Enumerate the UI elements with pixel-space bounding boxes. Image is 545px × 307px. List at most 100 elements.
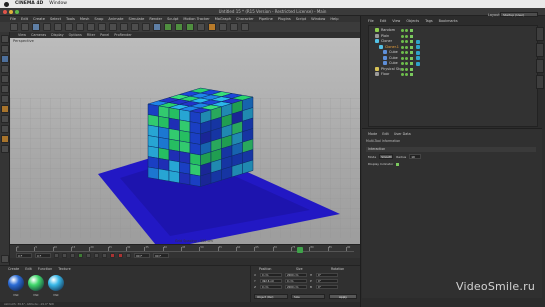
autokey-icon[interactable] (118, 253, 123, 258)
edges-mode-icon[interactable] (1, 85, 9, 93)
coordinate-system-icon[interactable] (109, 23, 117, 31)
timeline-ruler[interactable]: 0 5 10 15 20 25 30 35 40 45 50 55 60 65 70 75 80 85 90 (16, 246, 354, 253)
start-frame-field[interactable]: 0 F (16, 253, 32, 258)
object-row[interactable]: Cube (383, 61, 398, 66)
texture-mode-icon[interactable] (1, 55, 9, 63)
tab-layers[interactable] (536, 75, 544, 89)
visibility-editor-icon[interactable] (401, 51, 404, 54)
position-field[interactable]: 492.6 cm (260, 279, 282, 283)
visibility-render-icon[interactable] (405, 62, 408, 65)
attribute-menu-edit[interactable]: Edit (382, 132, 389, 136)
current-frame-field[interactable]: 0 F (35, 253, 51, 258)
enabled-check-icon[interactable] (410, 73, 413, 76)
size-mode-dropdown[interactable]: Size (291, 294, 325, 299)
object-menu-file[interactable]: File (368, 19, 374, 23)
polygons-mode-icon[interactable] (1, 95, 9, 103)
x-axis-icon[interactable] (76, 23, 84, 31)
spline-pen-icon[interactable] (164, 23, 172, 31)
enabled-check-icon[interactable] (410, 29, 413, 32)
display-indicator-checkbox[interactable] (396, 162, 400, 166)
render-picture-viewer-icon[interactable] (131, 23, 139, 31)
scale-icon[interactable] (54, 23, 62, 31)
array-icon[interactable] (186, 23, 194, 31)
next-key-icon[interactable] (94, 253, 99, 258)
enabled-check-icon[interactable] (410, 56, 413, 60)
tab-objects[interactable] (536, 27, 544, 41)
visibility-editor-icon[interactable] (401, 40, 404, 43)
material-swatch[interactable] (8, 275, 24, 291)
z-axis-icon[interactable] (98, 23, 106, 31)
snapping-icon[interactable] (1, 125, 9, 133)
points-mode-icon[interactable] (1, 75, 9, 83)
material-menu-texture[interactable]: Texture (58, 266, 70, 272)
tag-icon[interactable] (416, 50, 420, 55)
record-icon[interactable] (110, 253, 115, 258)
object-row[interactable]: Cube (383, 50, 398, 55)
visibility-editor-icon[interactable] (401, 73, 404, 76)
live-selection-icon[interactable] (32, 23, 40, 31)
radius-field[interactable]: 10 (409, 154, 422, 159)
layout-dropdown[interactable]: Startup (User) (500, 12, 538, 17)
render-view-icon[interactable] (120, 23, 128, 31)
object-row[interactable]: Floor (375, 72, 389, 77)
go-to-start-icon[interactable] (54, 253, 59, 258)
material-menu-create[interactable]: Create (8, 266, 19, 272)
visibility-editor-icon[interactable] (401, 45, 404, 49)
size-field[interactable]: 2000 cm (285, 285, 307, 289)
magnet-icon[interactable] (1, 255, 9, 263)
max-frame-field[interactable]: 90 F (153, 253, 169, 258)
tag-icon[interactable] (416, 39, 420, 44)
tag-icon[interactable] (416, 56, 420, 60)
visibility-render-icon[interactable] (405, 40, 408, 43)
mac-menu-app[interactable]: CINEMA 4D (15, 0, 43, 8)
tab-content-browser[interactable] (536, 43, 544, 57)
boole-icon[interactable] (197, 23, 205, 31)
size-field[interactable]: 2000 cm (285, 273, 307, 277)
render-settings-icon[interactable] (142, 23, 150, 31)
tweak-icon[interactable] (1, 115, 9, 123)
material-menu-edit[interactable]: Edit (25, 266, 32, 272)
material-name[interactable]: Mat (28, 293, 44, 297)
object-menu-view[interactable]: View (392, 19, 400, 23)
move-icon[interactable] (43, 23, 51, 31)
visibility-render-icon[interactable] (405, 51, 408, 54)
rotation-field[interactable]: 0° (316, 285, 338, 289)
model-mode-icon[interactable] (1, 45, 9, 53)
enabled-check-icon[interactable] (410, 34, 413, 38)
visibility-editor-icon[interactable] (401, 62, 404, 65)
playhead[interactable] (296, 247, 303, 253)
prev-frame-icon[interactable] (70, 253, 75, 258)
material-swatch[interactable] (48, 275, 64, 291)
mode-dropdown[interactable]: Smooth (379, 154, 394, 159)
redo-icon[interactable] (21, 23, 29, 31)
play-icon[interactable] (78, 253, 83, 258)
object-row[interactable]: Cloner.1 (379, 44, 399, 50)
enabled-check-icon[interactable] (410, 51, 413, 54)
position-field[interactable]: 0 cm (260, 285, 282, 289)
visibility-render-icon[interactable] (405, 67, 408, 71)
undo-icon[interactable] (10, 23, 18, 31)
next-frame-icon[interactable] (86, 253, 91, 258)
tab-structure[interactable] (536, 59, 544, 73)
visibility-editor-icon[interactable] (401, 56, 404, 60)
enabled-check-icon[interactable] (410, 40, 413, 43)
visibility-editor-icon[interactable] (401, 34, 404, 38)
object-menu-tags[interactable]: Tags (425, 19, 433, 23)
go-to-end-icon[interactable] (102, 253, 107, 258)
enabled-check-icon[interactable] (410, 62, 413, 65)
y-axis-icon[interactable] (87, 23, 95, 31)
apple-icon[interactable] (4, 1, 9, 7)
visibility-render-icon[interactable] (405, 29, 408, 32)
material-name[interactable]: Mat (48, 293, 64, 297)
interaction-section-header[interactable]: Interaction (366, 147, 536, 152)
perspective-viewport[interactable]: Perspective Grid Spacing : 100 cm (0, 38, 390, 250)
cube-icon[interactable] (153, 23, 161, 31)
object-row[interactable]: Plain (375, 33, 389, 39)
object-row[interactable]: Cloner (375, 39, 392, 44)
subdivision-surface-icon[interactable] (175, 23, 183, 31)
visibility-editor-icon[interactable] (401, 29, 404, 32)
coordinate-mode-dropdown[interactable]: Object (Rel) (254, 294, 288, 299)
enable-axis-icon[interactable] (1, 105, 9, 113)
keyframe-selection-icon[interactable] (126, 253, 131, 258)
attribute-menu-user-data[interactable]: User Data (394, 132, 411, 136)
